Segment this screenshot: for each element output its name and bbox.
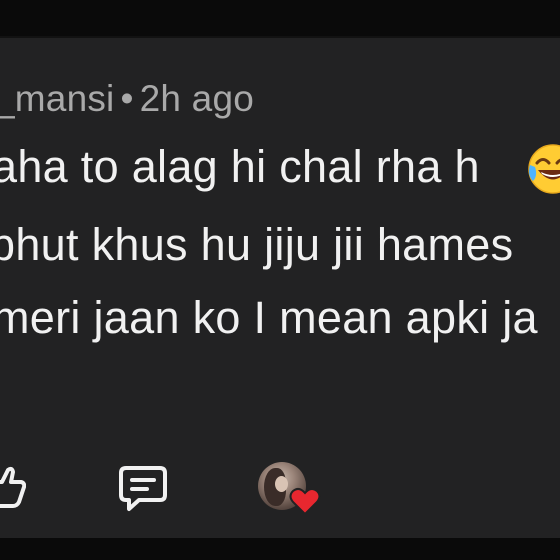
comment-text-line-2: bhut khus hu jiju jii hames: [0, 219, 514, 270]
comment-screen: _mansi • 2h ago aha to alag hi chal rha h …: [0, 0, 560, 560]
bottom-bar: [0, 538, 560, 560]
reply-icon[interactable]: [117, 463, 169, 513]
comment-meta: _mansi • 2h ago: [0, 78, 254, 120]
comment-text-line-3: meri jaan ko I mean apki ja: [0, 292, 538, 343]
comment-text-line-1: aha to alag hi chal rha h: [0, 141, 480, 192]
comment-author[interactable]: _mansi: [0, 78, 114, 119]
meta-separator: •: [120, 78, 134, 119]
thumbs-up-icon[interactable]: [0, 462, 26, 510]
laughing-emoji-icon: [528, 144, 560, 194]
heart-icon: [289, 487, 321, 516]
comment-time: 2h ago: [139, 78, 255, 119]
top-bar: [0, 0, 560, 36]
creator-heart-button[interactable]: [258, 462, 324, 520]
